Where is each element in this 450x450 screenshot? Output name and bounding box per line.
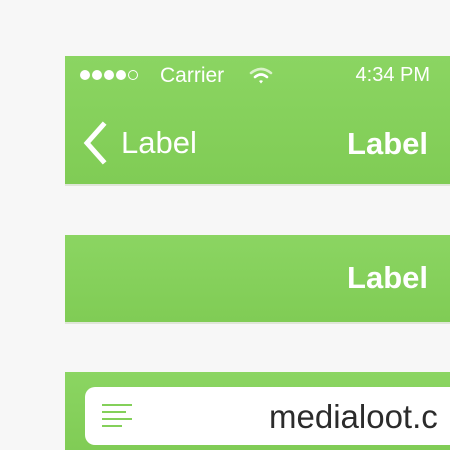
nav-title: Label	[347, 126, 428, 161]
carrier-label: Carrier	[160, 64, 225, 87]
screen: Carrier 4:34 PM Label Label Label medial…	[0, 0, 450, 450]
url-text: medialoot.c	[269, 398, 438, 435]
nav-bar-with-status: Carrier 4:34 PM Label Label	[65, 56, 450, 186]
signal-dot	[80, 70, 90, 80]
chevron-left-icon	[83, 121, 107, 165]
wifi-icon	[249, 67, 273, 84]
back-button[interactable]: Label	[81, 120, 197, 166]
signal-dot	[92, 70, 102, 80]
clock-time: 4:34 PM	[355, 64, 430, 86]
url-field[interactable]: medialoot.c	[85, 387, 450, 445]
back-button-label: Label	[121, 125, 197, 160]
nav-title: Label	[347, 260, 428, 295]
signal-dot-empty	[128, 70, 138, 80]
navigation-bar-plain: Label	[65, 235, 450, 324]
signal-strength-icon	[80, 70, 138, 80]
navigation-bar: Label Label	[65, 112, 450, 172]
address-bar: medialoot.c	[65, 372, 450, 450]
signal-dot	[116, 70, 126, 80]
status-bar: Carrier 4:34 PM	[65, 56, 450, 96]
menu-lines-icon[interactable]	[101, 403, 133, 429]
signal-dot	[104, 70, 114, 80]
